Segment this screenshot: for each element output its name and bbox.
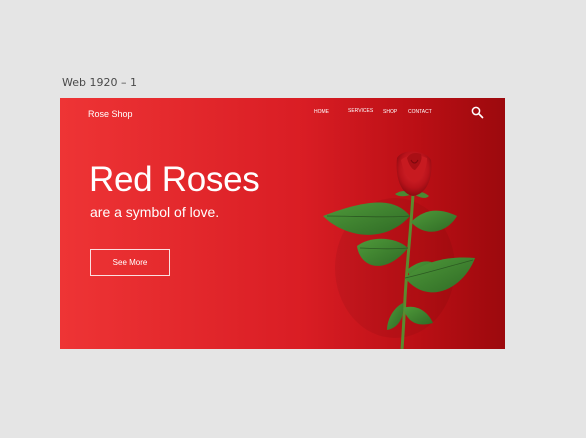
hero-title: Red Roses	[89, 160, 260, 199]
brand-logo[interactable]: Rose Shop	[88, 109, 133, 119]
hero-frame: Rose Shop HOME SERVICES SHOP CONTACT Red…	[60, 98, 505, 349]
hero-subtitle: are a symbol of love.	[90, 204, 220, 220]
see-more-button[interactable]: See More	[90, 249, 170, 276]
rose-image	[323, 151, 475, 349]
artboard-label: Web 1920 – 1	[62, 76, 137, 89]
